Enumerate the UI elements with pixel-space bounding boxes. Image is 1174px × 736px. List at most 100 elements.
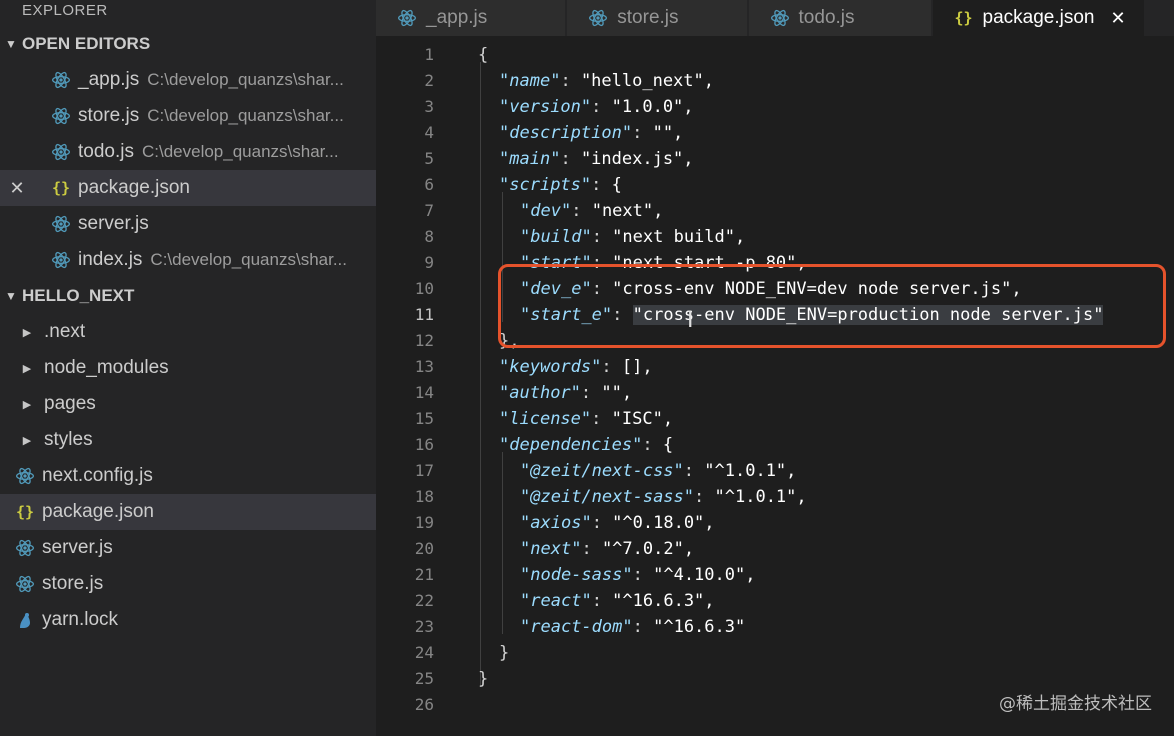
code-line[interactable]: 2 "name": "hello_next",	[376, 68, 1174, 94]
json-value: "^4.10.0",	[653, 565, 756, 585]
folder-node-modules[interactable]: ▶ node_modules	[0, 350, 376, 386]
code-text: "scripts": {	[499, 175, 622, 195]
json-value: "^7.0.2",	[601, 539, 695, 559]
code-line[interactable]: 1{	[376, 42, 1174, 68]
react-icon	[50, 105, 72, 127]
line-number: 18	[414, 487, 434, 506]
json-punctuation: {	[478, 45, 489, 65]
json-key: react-dom	[530, 617, 623, 637]
json-value: "^1.0.1",	[714, 487, 807, 507]
code-line[interactable]: 3 "version": "1.0.0",	[376, 94, 1174, 120]
json-key: keywords	[509, 357, 592, 377]
code-line[interactable]: 15 "license": "ISC",	[376, 406, 1174, 432]
file-package-json[interactable]: package.json	[0, 494, 376, 530]
line-number: 20	[414, 539, 434, 558]
code-line[interactable]: 5 "main": "index.js",	[376, 146, 1174, 172]
tab-label: _app.js	[426, 7, 488, 28]
line-number: 12	[414, 331, 434, 350]
code-text: "dev": "next",	[520, 201, 664, 221]
code-text: "main": "index.js",	[499, 149, 694, 169]
code-text: "react": "^16.6.3",	[520, 591, 715, 611]
close-icon[interactable]: ✕	[1110, 3, 1125, 33]
open-editor-item-package-json[interactable]: ✕ package.json	[0, 170, 376, 206]
folder-styles[interactable]: ▶ styles	[0, 422, 376, 458]
line-number: 15	[414, 409, 434, 428]
folder-pages[interactable]: ▶ pages	[0, 386, 376, 422]
watermark: @稀土掘金技术社区	[999, 694, 1152, 714]
code-line[interactable]: 14 "author": "",	[376, 380, 1174, 406]
open-editor-item-store[interactable]: store.js C:\develop_quanzs\shar...	[0, 98, 376, 134]
line-number: 11	[414, 305, 434, 324]
code-text: "description": "",	[499, 123, 684, 143]
code-text: "node-sass": "^4.10.0",	[520, 565, 756, 585]
code-line[interactable]: 21 "node-sass": "^4.10.0",	[376, 562, 1174, 588]
code-line[interactable]: 19 "axios": "^0.18.0",	[376, 510, 1174, 536]
code-editor[interactable]: 1{2 "name": "hello_next", 3 "version": "1.0…	[376, 36, 1174, 736]
json-key: dev	[530, 201, 561, 221]
code-line[interactable]: 20 "next": "^7.0.2",	[376, 536, 1174, 562]
line-number: 10	[414, 279, 434, 298]
line-number: 14	[414, 383, 434, 402]
open-editors-header[interactable]: ▼ OPEN EDITORS	[0, 26, 376, 62]
file-name: next.config.js	[42, 465, 153, 486]
tab-todo-js[interactable]: todo.js	[748, 0, 931, 36]
line-number: 13	[414, 357, 434, 376]
file-name: server.js	[78, 213, 149, 234]
tab-app-js[interactable]: _app.js	[376, 0, 566, 36]
code-line[interactable]: 4 "description": "",	[376, 120, 1174, 146]
code-line[interactable]: 24}	[376, 640, 1174, 666]
file-path: C:\develop_quanzs\shar...	[147, 106, 344, 125]
line-number: 5	[424, 149, 434, 168]
line-number: 4	[424, 123, 434, 142]
file-name: server.js	[42, 537, 113, 558]
editor-tabs: _app.js store.js todo.js package.json ✕	[376, 0, 1174, 36]
file-yarn-lock[interactable]: yarn.lock	[0, 602, 376, 638]
code-line[interactable]: 8 "build": "next build",	[376, 224, 1174, 250]
code-line[interactable]: 23 "react-dom": "^16.6.3"	[376, 614, 1174, 640]
folder-next[interactable]: ▶ .next	[0, 314, 376, 350]
line-number: 19	[414, 513, 434, 532]
file-path: C:\develop_quanzs\shar...	[141, 142, 339, 161]
code-text: "author": "",	[499, 383, 633, 403]
chevron-down-icon: ▼	[5, 37, 17, 51]
open-editor-item-todo[interactable]: todo.js C:\develop_quanzs\shar...	[0, 134, 376, 170]
code-text: "next": "^7.0.2",	[520, 539, 695, 559]
code-text: }	[499, 640, 509, 666]
code-text: "@zeit/next-css": "^1.0.1",	[520, 461, 797, 481]
tab-label: todo.js	[798, 7, 855, 28]
code-line[interactable]: 16 "dependencies": {	[376, 432, 1174, 458]
react-icon	[50, 69, 72, 91]
close-icon[interactable]: ✕	[0, 178, 32, 199]
json-key: license	[509, 409, 581, 429]
project-header[interactable]: ▼ HELLO_NEXT	[0, 278, 376, 314]
open-editor-item-index[interactable]: index.js C:\develop_quanzs\shar...	[0, 242, 376, 278]
open-editors-label: OPEN EDITORS	[22, 34, 151, 53]
json-key: build	[530, 227, 582, 247]
json-value: "^1.0.1",	[704, 461, 797, 481]
file-server[interactable]: server.js	[0, 530, 376, 566]
file-store[interactable]: store.js	[0, 566, 376, 602]
yarn-icon	[14, 609, 36, 631]
tab-store-js[interactable]: store.js	[567, 0, 747, 36]
code-line[interactable]: 17 "@zeit/next-css": "^1.0.1",	[376, 458, 1174, 484]
line-number: 17	[414, 461, 434, 480]
json-value: {	[662, 435, 674, 455]
json-icon	[953, 7, 975, 29]
json-value: {	[611, 175, 622, 195]
code-line[interactable]: 22 "react": "^16.6.3",	[376, 588, 1174, 614]
react-icon	[769, 7, 791, 29]
code-line[interactable]: 6 "scripts": {	[376, 172, 1174, 198]
json-icon	[50, 177, 72, 199]
tab-package-json[interactable]: package.json ✕	[932, 0, 1144, 36]
code-line[interactable]: 13 "keywords": [],	[376, 354, 1174, 380]
code-line[interactable]: 7 "dev": "next",	[376, 198, 1174, 224]
open-editor-item-server[interactable]: server.js	[0, 206, 376, 242]
open-editor-item-app[interactable]: _app.js C:\develop_quanzs\shar...	[0, 62, 376, 98]
folder-name: pages	[44, 393, 96, 414]
json-value: "hello_next",	[580, 71, 714, 91]
json-value: "^0.18.0",	[612, 513, 715, 533]
code-line[interactable]: 18 "@zeit/next-sass": "^1.0.1",	[376, 484, 1174, 510]
project-label: HELLO_NEXT	[22, 286, 135, 305]
file-next-config[interactable]: next.config.js	[0, 458, 376, 494]
react-icon	[14, 573, 36, 595]
